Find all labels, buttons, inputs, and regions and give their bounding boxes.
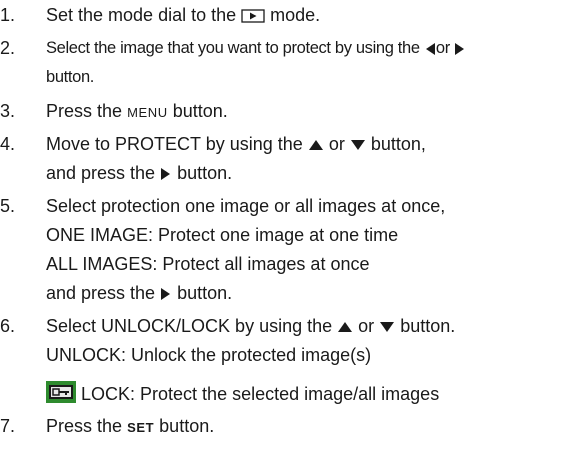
menu-key-label: MENU	[127, 105, 168, 120]
step-text-end: button.	[400, 316, 456, 336]
step-text-or: or	[358, 316, 375, 336]
step-text: Press the	[46, 416, 123, 436]
step-text-end: mode.	[270, 5, 321, 25]
step-text: Select the image that you want to protec…	[46, 39, 420, 57]
right-arrow-icon	[160, 167, 172, 181]
lock-key-icon	[46, 381, 76, 403]
step-text-or: or	[328, 134, 345, 154]
step-number: 6.	[0, 316, 16, 336]
step-text-continuation-end: button.	[177, 283, 233, 303]
step-text-end: button.	[172, 101, 228, 121]
up-arrow-icon	[308, 139, 324, 151]
step-text: Press the	[46, 101, 123, 121]
step-number: 5.	[0, 196, 16, 216]
step-number: 1.	[0, 5, 16, 25]
left-arrow-icon	[424, 42, 436, 56]
step-text-end: button.	[159, 416, 215, 436]
step-text-continuation-end: button.	[177, 163, 233, 183]
option-lock: LOCK: Protect the selected image/all ima…	[81, 384, 440, 404]
right-arrow-icon	[160, 287, 172, 301]
step-text-end: button,	[370, 134, 426, 154]
option-unlock: UNLOCK: Unlock the protected image(s)	[46, 345, 372, 365]
playback-icon	[241, 9, 265, 23]
step-number: 4.	[0, 134, 16, 154]
down-arrow-icon	[379, 321, 395, 333]
step-text: Set the mode dial to the	[46, 5, 237, 25]
step-text: Move to PROTECT by using the	[46, 134, 303, 154]
down-arrow-icon	[350, 139, 366, 151]
option-all-images: ALL IMAGES: Protect all images at once	[46, 254, 370, 274]
step-number: 2.	[0, 38, 16, 58]
set-key-label: SET	[127, 420, 155, 435]
option-one-image: ONE IMAGE: Protect one image at one time	[46, 225, 399, 245]
step-number: 3.	[0, 101, 16, 121]
step-text-continuation: and press the	[46, 163, 156, 183]
up-arrow-icon	[337, 321, 353, 333]
right-arrow-icon	[454, 42, 466, 56]
step-text-continuation: button.	[46, 68, 95, 86]
step-text-continuation: and press the	[46, 283, 156, 303]
step-text: Select UNLOCK/LOCK by using the	[46, 316, 333, 336]
step-text: Select protection one image or all image…	[46, 196, 446, 216]
step-text-or: or	[435, 39, 450, 57]
step-number: 7.	[0, 416, 16, 436]
